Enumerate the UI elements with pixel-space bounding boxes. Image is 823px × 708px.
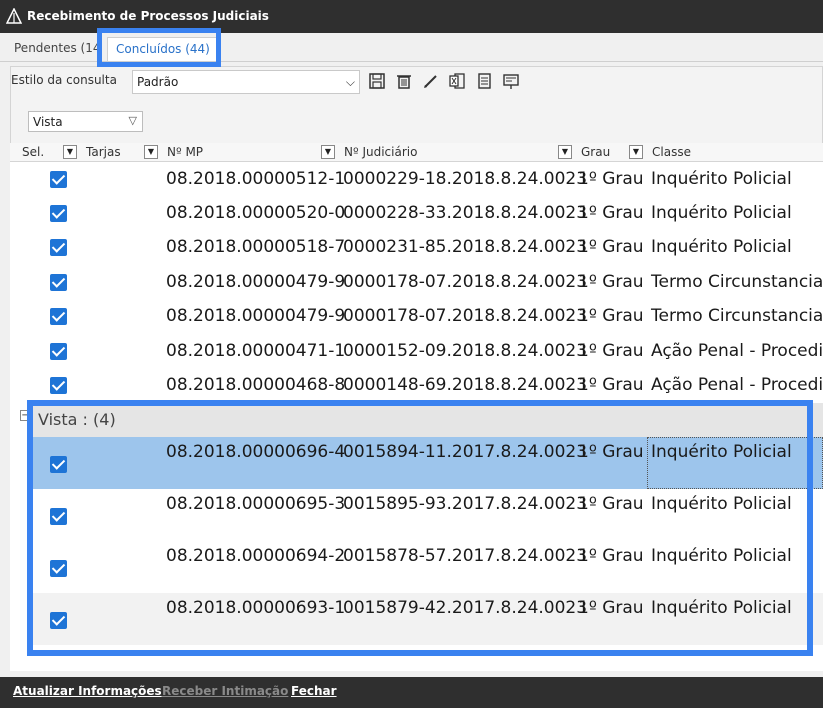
cell-njudiciario: 0000148-69.2018.8.24.0023	[343, 375, 588, 395]
tab-pendentes[interactable]: Pendentes (14	[6, 37, 109, 61]
row-checkbox[interactable]	[50, 377, 67, 394]
cell-classe: Termo Circunstanciad	[651, 272, 823, 292]
edit-icon[interactable]	[421, 72, 441, 92]
column-sel-filter-icon[interactable]: ▼	[63, 145, 77, 159]
estilo-label: Estilo da consulta	[11, 73, 117, 87]
cell-grau: 1º Grau	[578, 169, 644, 189]
row-checkbox[interactable]	[50, 343, 67, 360]
column-tarjas[interactable]: Tarjas	[86, 145, 121, 161]
fechar-button[interactable]: Fechar	[291, 684, 337, 698]
cell-classe: Ação Penal - Procedin	[651, 375, 823, 395]
cell-classe: Ação Penal - Procedin	[651, 341, 823, 361]
cell-nmp: 08.2018.00000468-8	[166, 375, 346, 395]
delete-icon[interactable]	[394, 72, 414, 92]
cell-nmp: 08.2018.00000479-9	[166, 306, 346, 326]
cell-njudiciario: 0000152-09.2018.8.24.0023	[343, 341, 588, 361]
table-row[interactable]: 08.2018.00000471-1 0000152-09.2018.8.24.…	[10, 334, 823, 368]
app-logo-icon	[6, 8, 22, 24]
window-title: Recebimento de Processos Judiciais	[27, 9, 269, 23]
column-grau-filter-icon[interactable]: ▼	[629, 145, 643, 159]
vista-filter-value: Vista	[33, 115, 63, 129]
cell-classe: Inquérito Policial	[651, 237, 792, 257]
cell-nmp: 08.2018.00000479-9	[166, 272, 346, 292]
footer-bar: Atualizar Informações Receber Intimação …	[0, 677, 823, 708]
row-checkbox[interactable]	[50, 274, 67, 291]
table-row[interactable]: 08.2018.00000512-1 0000229-18.2018.8.24.…	[10, 162, 823, 196]
cell-nmp: 08.2018.00000512-1	[166, 169, 346, 189]
cell-njudiciario: 0000178-07.2018.8.24.0023	[343, 306, 588, 326]
cell-njudiciario: 0000231-85.2018.8.24.0023	[343, 237, 588, 257]
row-checkbox[interactable]	[50, 205, 67, 222]
print-preview-icon[interactable]	[501, 72, 521, 92]
cell-njudiciario: 0000178-07.2018.8.24.0023	[343, 272, 588, 292]
cell-nmp: 08.2018.00000518-7	[166, 237, 346, 257]
column-header: Sel. ▼ Tarjas ▼ Nº MP ▼ Nº Judiciário ▼ …	[10, 143, 823, 162]
column-tarjas-filter-icon[interactable]: ▼	[144, 145, 158, 159]
highlight-vista-group	[27, 400, 813, 656]
column-njudiciario-filter-icon[interactable]: ▼	[558, 145, 572, 159]
table-row[interactable]: 08.2018.00000468-8 0000148-69.2018.8.24.…	[10, 368, 823, 402]
column-njudiciario[interactable]: Nº Judiciário	[344, 145, 417, 161]
cell-nmp: 08.2018.00000471-1	[166, 341, 346, 361]
cell-nmp: 08.2018.00000520-0	[166, 203, 346, 223]
row-checkbox[interactable]	[50, 171, 67, 188]
estilo-value: Padrão	[137, 75, 179, 89]
receber-intimacao-button[interactable]: Receber Intimação	[162, 684, 288, 698]
atualizar-informacoes-button[interactable]: Atualizar Informações	[13, 684, 162, 698]
cell-grau: 1º Grau	[578, 272, 644, 292]
cell-grau: 1º Grau	[578, 237, 644, 257]
estilo-select[interactable]: Padrão ⌵	[132, 70, 360, 94]
cell-grau: 1º Grau	[578, 375, 644, 395]
column-nmp[interactable]: Nº MP	[167, 145, 203, 161]
document-icon[interactable]	[474, 72, 494, 92]
table-row[interactable]: 08.2018.00000518-7 0000231-85.2018.8.24.…	[10, 230, 823, 264]
table-row[interactable]: 08.2018.00000479-9 0000178-07.2018.8.24.…	[10, 265, 823, 299]
table-row[interactable]: 08.2018.00000520-0 0000228-33.2018.8.24.…	[10, 196, 823, 230]
filter-icon: ▽	[128, 114, 137, 127]
save-icon[interactable]	[367, 72, 387, 92]
column-grau[interactable]: Grau	[581, 145, 610, 161]
export-excel-icon[interactable]	[447, 72, 467, 92]
table-row[interactable]: 08.2018.00000479-9 0000178-07.2018.8.24.…	[10, 299, 823, 333]
chevron-down-icon: ⌵	[345, 75, 355, 89]
cell-njudiciario: 0000228-33.2018.8.24.0023	[343, 203, 588, 223]
cell-njudiciario: 0000229-18.2018.8.24.0023	[343, 169, 588, 189]
row-checkbox[interactable]	[50, 239, 67, 256]
highlight-tab-concluidos	[97, 28, 221, 67]
cell-grau: 1º Grau	[578, 306, 644, 326]
cell-classe: Inquérito Policial	[651, 169, 792, 189]
vista-group-filter[interactable]: Vista ▽	[28, 111, 143, 132]
cell-classe: Inquérito Policial	[651, 203, 792, 223]
column-classe[interactable]: Classe	[652, 145, 691, 161]
cell-grau: 1º Grau	[578, 341, 644, 361]
column-sel[interactable]: Sel.	[22, 145, 44, 161]
cell-grau: 1º Grau	[578, 203, 644, 223]
column-nmp-filter-icon[interactable]: ▼	[321, 145, 335, 159]
row-checkbox[interactable]	[50, 308, 67, 325]
cell-classe: Termo Circunstanciad	[651, 306, 823, 326]
